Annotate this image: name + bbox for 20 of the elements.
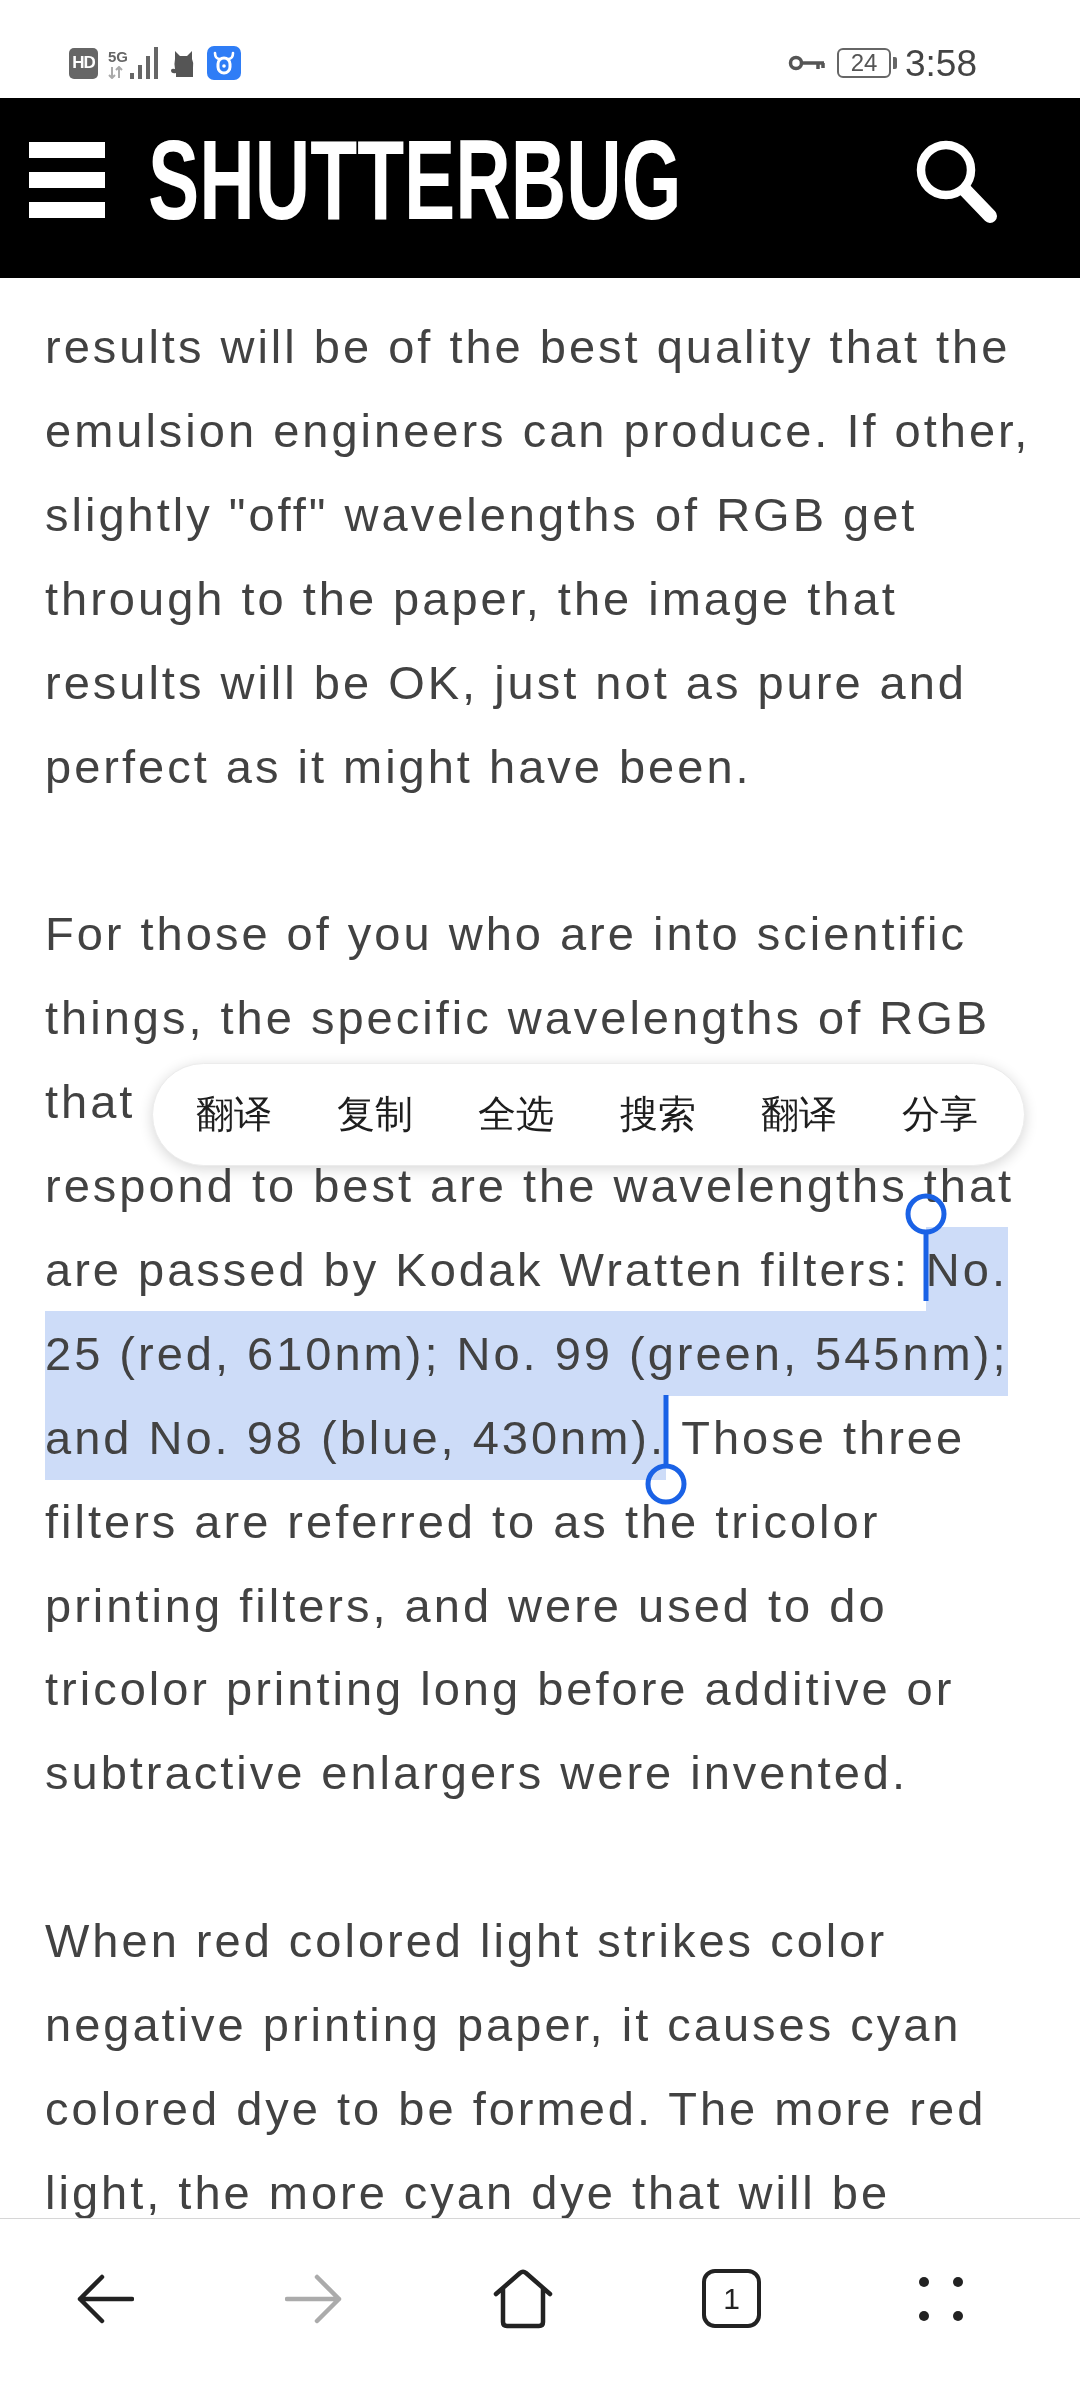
- four-dots-icon[interactable]: [918, 2276, 963, 2321]
- menu-option[interactable]: 翻译: [760, 1091, 837, 1138]
- back-arrow-icon[interactable]: [75, 2272, 134, 2325]
- menu-option[interactable]: 复制: [337, 1091, 414, 1138]
- network-type-label: 5G: [108, 49, 128, 64]
- menu-option[interactable]: 搜索: [619, 1091, 696, 1138]
- home-icon[interactable]: [491, 2268, 554, 2329]
- signal-icon: [129, 47, 159, 79]
- menu-icon[interactable]: [29, 142, 105, 218]
- battery-indicator: 24: [837, 48, 897, 78]
- data-activity-icon: [108, 66, 124, 79]
- menu-option[interactable]: 分享: [901, 1091, 978, 1138]
- key-icon: [788, 53, 825, 73]
- menu-option[interactable]: 翻译: [196, 1091, 272, 1138]
- app-icon[interactable]: [207, 46, 241, 80]
- menu-option[interactable]: 全选: [478, 1091, 555, 1138]
- hd-indicator: HD: [69, 47, 98, 79]
- article-paragraph: results will be of the best quality that the emulsion engineers can produce. If other, slightly "off" wavelengths of RGB get through to the paper, the image that results will be OK, just not as pure and perfect as it might have been.: [45, 319, 1032, 795]
- status-time: 3:58: [905, 44, 977, 82]
- tabs-button[interactable]: 1: [702, 2269, 761, 2328]
